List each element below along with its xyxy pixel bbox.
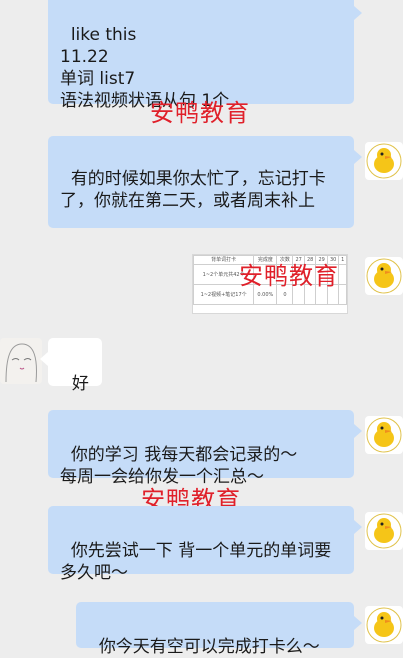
duck-logo-icon xyxy=(366,607,402,643)
message-bubble-sent[interactable]: 你先尝试一下 背一个单元的单词要多久吧～ xyxy=(48,506,362,583)
avatar[interactable] xyxy=(365,606,403,644)
table-cell xyxy=(338,264,347,285)
message-bubble-sent[interactable]: like this 11.22 单词 list7 语法视频状语从句 1个 xyxy=(48,0,362,111)
avatar[interactable] xyxy=(365,142,403,180)
message-bubble-received[interactable]: 好 xyxy=(40,338,102,394)
message-text: 好 xyxy=(71,374,89,394)
message-text: 你先尝试一下 背一个单元的单词要多久吧～ xyxy=(60,541,332,583)
sketch-portrait-icon xyxy=(5,343,37,383)
avatar[interactable] xyxy=(365,416,403,454)
watermark-text: 安鸭教育 xyxy=(239,262,339,290)
message-text: 有的时候如果你太忙了，忘记打卡了，你就在第二天，或者周末补上 xyxy=(60,169,326,211)
avatar[interactable] xyxy=(365,257,403,295)
message-text: 你今天有空可以完成打卡么～ xyxy=(98,637,320,657)
table-cell xyxy=(338,284,347,305)
avatar[interactable] xyxy=(365,512,403,550)
duck-logo-icon xyxy=(366,258,402,294)
message-text: 你的学习 我每天都会记录的～ 每周一会给你发一个汇总～ xyxy=(60,445,298,487)
message-bubble-sent[interactable]: 你的学习 我每天都会记录的～ 每周一会给你发一个汇总～ xyxy=(48,410,362,487)
contact-avatar[interactable] xyxy=(0,338,42,384)
watermark-text: 安鸭教育 xyxy=(150,99,250,127)
table-header-cell: 1 xyxy=(338,255,347,265)
message-bubble-sent[interactable]: 有的时候如果你太忙了，忘记打卡了，你就在第二天，或者周末补上 xyxy=(48,136,362,228)
message-bubble-sent[interactable]: 你今天有空可以完成打卡么～ xyxy=(76,602,362,657)
duck-logo-icon xyxy=(366,417,402,453)
duck-logo-icon xyxy=(366,513,402,549)
duck-logo-icon xyxy=(366,143,402,179)
